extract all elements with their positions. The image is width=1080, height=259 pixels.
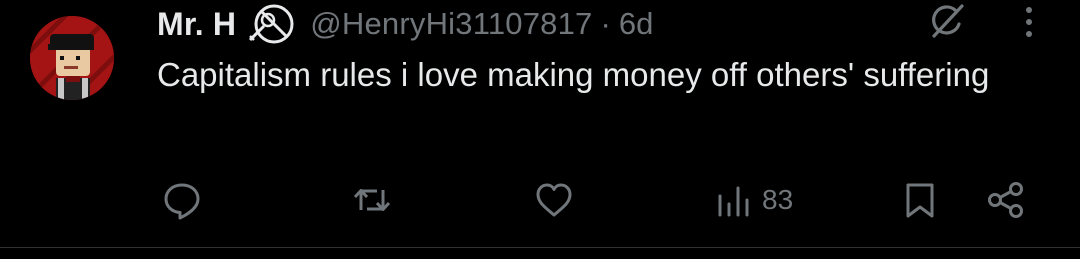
- views-button[interactable]: 83: [714, 176, 793, 224]
- bookmark-button[interactable]: [898, 176, 942, 224]
- views-bar-chart-icon: [718, 186, 749, 217]
- more-vertical-icon[interactable]: [1014, 2, 1044, 42]
- heart-icon: [536, 183, 572, 217]
- avatar-image: [30, 16, 114, 100]
- views-count: 83: [762, 184, 794, 215]
- tweet-divider: [0, 247, 1080, 248]
- author-display-name[interactable]: Mr. H: [157, 6, 236, 43]
- reply-button[interactable]: [160, 176, 204, 224]
- like-button[interactable]: [532, 176, 576, 224]
- retweet-button[interactable]: [350, 176, 394, 224]
- tweet-header: Mr. H @HenryHi31107817 · 6d: [157, 2, 653, 46]
- retweet-icon: [353, 189, 391, 211]
- separator-dot: ·: [600, 6, 611, 41]
- bookmark-icon: [906, 183, 934, 218]
- crossed-out-circle-icon: [242, 2, 300, 46]
- grok-slash-icon[interactable]: [922, 0, 970, 44]
- reply-icon: [164, 183, 200, 220]
- avatar[interactable]: [30, 16, 114, 100]
- share-button[interactable]: [984, 176, 1028, 224]
- author-handle[interactable]: @HenryHi31107817: [310, 6, 592, 42]
- tweet[interactable]: Mr. H @HenryHi31107817 · 6d Capitalism r…: [0, 0, 1080, 247]
- timestamp[interactable]: 6d: [619, 6, 653, 42]
- tweet-text: Capitalism rules i love making money off…: [157, 56, 990, 93]
- share-icon: [988, 182, 1023, 218]
